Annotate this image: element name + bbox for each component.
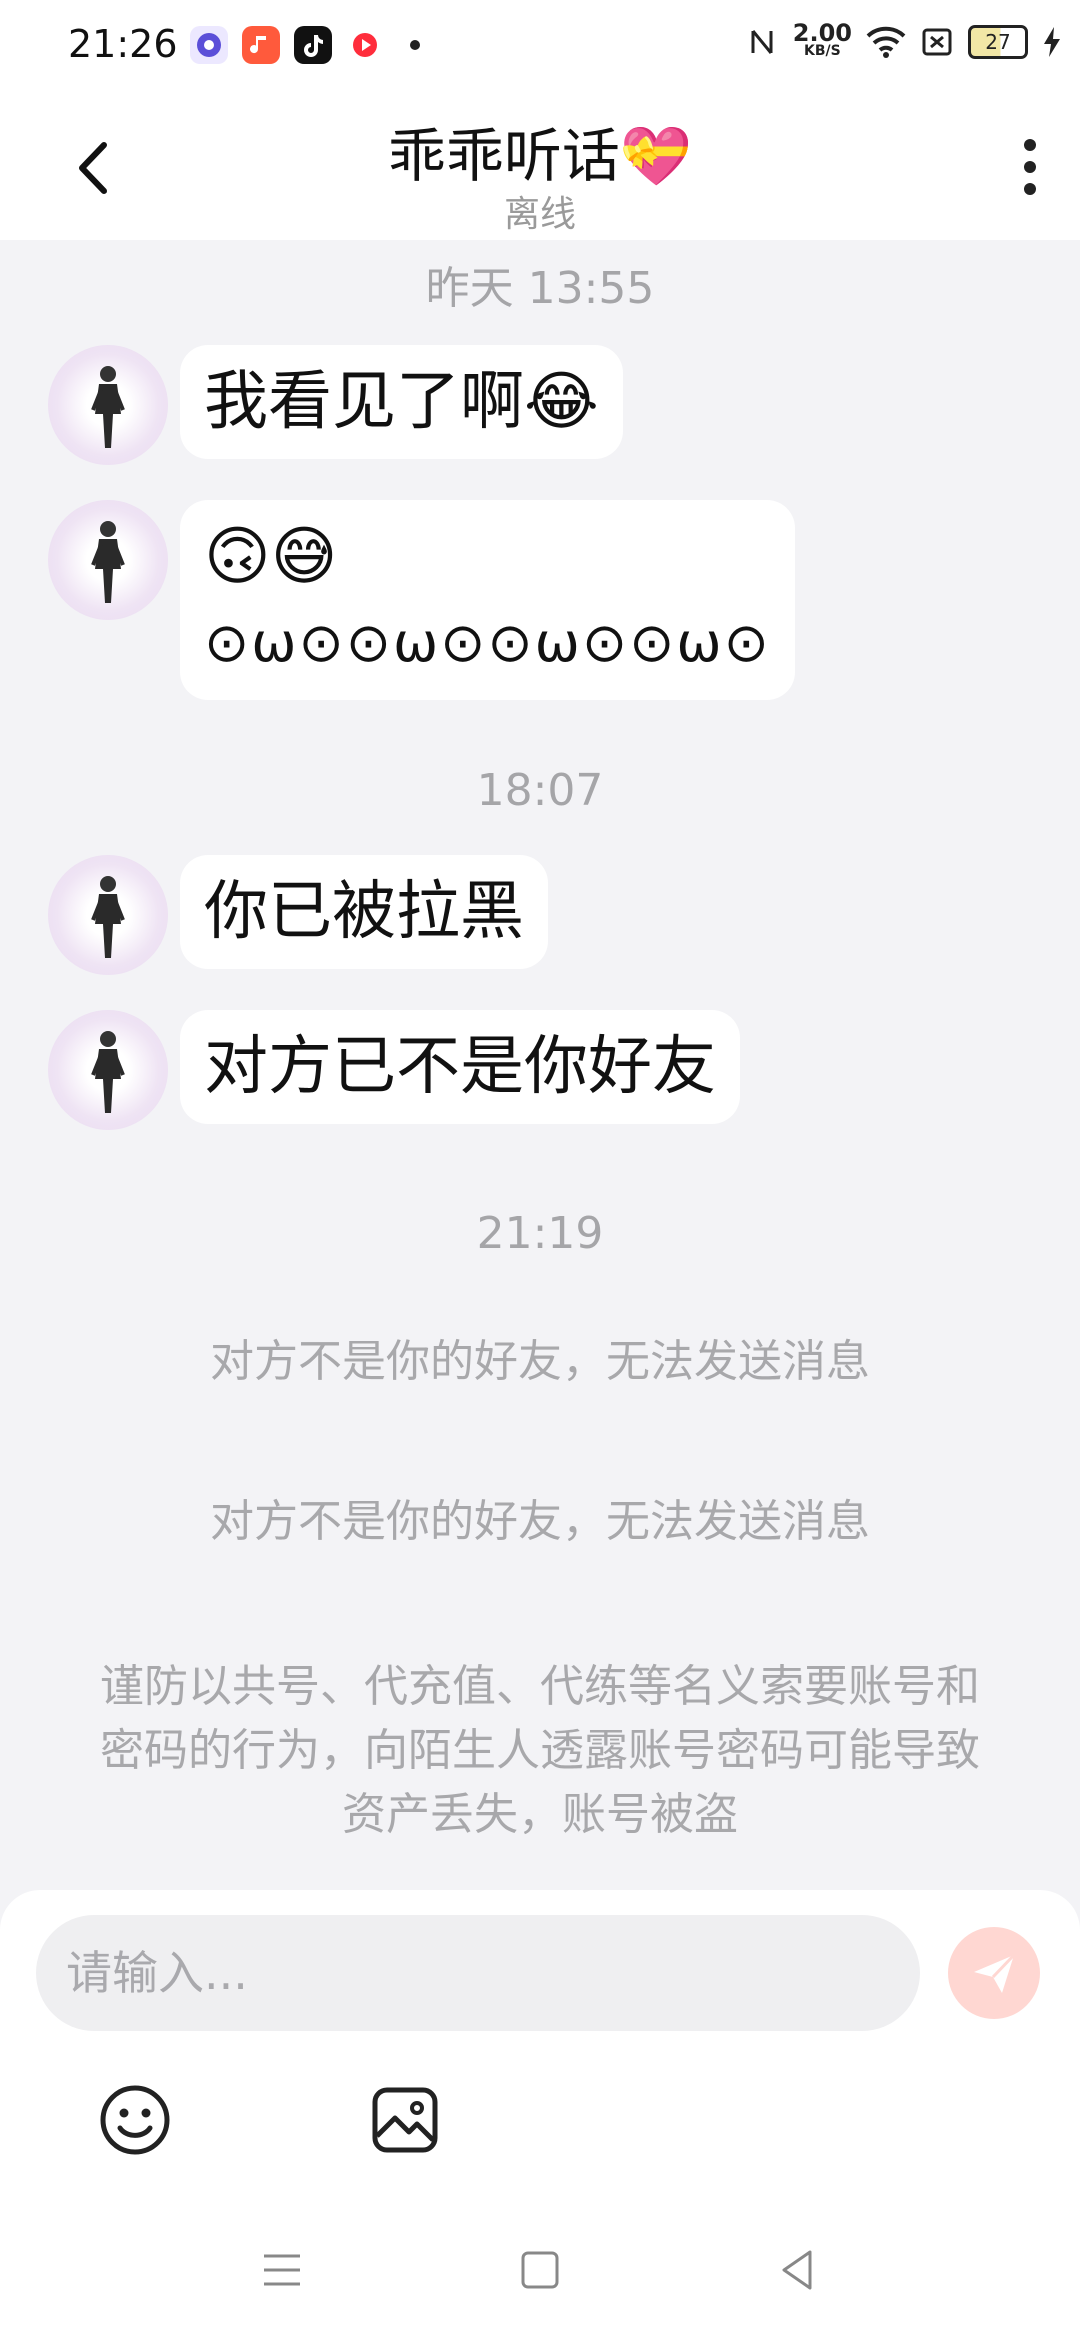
wifi-icon: [866, 26, 906, 58]
message-bubble[interactable]: 🙃😅 ⊙ω⊙⊙ω⊙⊙ω⊙⊙ω⊙: [180, 500, 795, 700]
no-sim-icon: [922, 28, 952, 56]
contact-name: 乖乖听话💝: [387, 122, 693, 190]
send-button[interactable]: [948, 1927, 1040, 2019]
video-app-icon: [346, 26, 384, 64]
message-line: ⊙ω⊙⊙ω⊙⊙ω⊙⊙ω⊙: [204, 611, 771, 674]
menu-nav-button[interactable]: [252, 2240, 312, 2300]
message-row: 对方已不是你好友: [48, 1010, 740, 1130]
message-bubble[interactable]: 你已被拉黑: [180, 855, 548, 969]
more-options-button[interactable]: [1000, 131, 1060, 203]
message-bubble[interactable]: 对方已不是你好友: [180, 1010, 740, 1124]
status-right: 2.00 KB/S 27: [745, 19, 1062, 60]
notification-dot: [410, 40, 420, 50]
system-nav-bar: [0, 2230, 1080, 2320]
chat-header: 乖乖听话💝 离线: [0, 95, 1080, 240]
nfc-icon: [751, 30, 773, 54]
avatar[interactable]: [48, 345, 168, 465]
message-row: 我看见了啊😂: [48, 345, 623, 465]
avatar-figure-icon: [91, 521, 125, 603]
music-app-icon: [242, 26, 280, 64]
image-button[interactable]: [365, 2080, 445, 2160]
timestamp: 18:07: [476, 765, 604, 816]
emoji-button[interactable]: [95, 2080, 175, 2160]
avatar[interactable]: [48, 1010, 168, 1130]
timestamp: 21:19: [476, 1208, 604, 1259]
image-icon: [372, 2087, 438, 2153]
contact-status: 离线: [503, 194, 576, 235]
back-nav-button[interactable]: [768, 2240, 828, 2300]
message-input[interactable]: [36, 1915, 920, 2031]
status-time: 21:26: [68, 22, 178, 66]
avatar-figure-icon: [91, 876, 125, 958]
message-row: 你已被拉黑: [48, 855, 548, 975]
system-notice: 对方不是你的好友，无法发送消息: [210, 1496, 870, 1547]
status-app-icons: [190, 26, 420, 64]
battery-indicator: 27: [968, 25, 1028, 59]
avatar[interactable]: [48, 500, 168, 620]
chat-area[interactable]: 昨天 13:55 我看见了啊😂 🙃😅 ⊙ω⊙⊙ω⊙⊙ω⊙⊙ω⊙ 18:07 你已…: [0, 240, 1080, 1890]
home-square-icon: [521, 2251, 559, 2289]
network-speed: 2.00 KB/S: [792, 19, 852, 60]
avatar-figure-icon: [91, 1031, 125, 1113]
security-warning: 谨防以共号、代充值、代练等名义索要账号和密码的行为，向陌生人透露账号密码可能导致…: [100, 1661, 980, 1840]
network-speed-value: 2.00: [792, 19, 852, 47]
status-bar: 21:26 2.00 KB/S 27: [0, 0, 1080, 95]
emoji-icon: [100, 2085, 170, 2155]
charging-icon: [1044, 27, 1060, 57]
browser-icon: [190, 26, 228, 64]
avatar[interactable]: [48, 855, 168, 975]
system-notice: 对方不是你的好友，无法发送消息: [210, 1336, 870, 1387]
message-row: 🙃😅 ⊙ω⊙⊙ω⊙⊙ω⊙⊙ω⊙: [48, 500, 795, 700]
more-vertical-icon: [1024, 139, 1036, 195]
message-bubble[interactable]: 我看见了啊😂: [180, 345, 623, 459]
message-line: 🙃😅: [204, 520, 338, 594]
home-nav-button[interactable]: [510, 2240, 570, 2300]
tiktok-icon: [294, 26, 332, 64]
avatar-figure-icon: [91, 366, 125, 448]
send-icon: [974, 1953, 1016, 1993]
timestamp: 昨天 13:55: [425, 263, 655, 314]
menu-icon: [264, 2254, 300, 2286]
back-triangle-icon: [782, 2250, 812, 2290]
